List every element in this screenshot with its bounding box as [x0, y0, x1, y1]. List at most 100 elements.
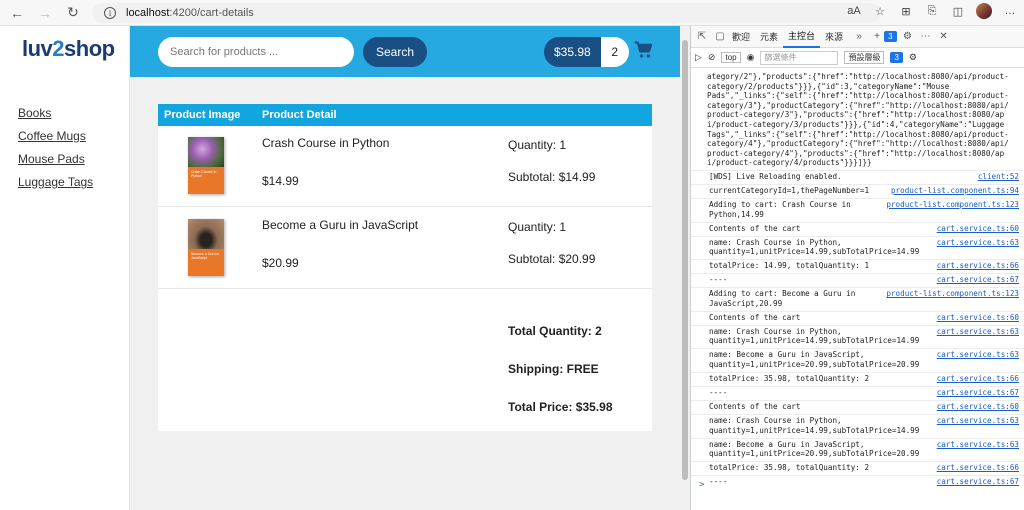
console-log-source-link[interactable]: cart.service.ts:66 [937, 463, 1019, 473]
console-log-message: Contents of the cart [709, 312, 801, 322]
console-log-entry: ---- cart.service.ts:67 [709, 275, 1019, 285]
product-name: Crash Course in Python [262, 136, 390, 150]
page-scrollbar[interactable] [680, 26, 690, 510]
cart-details-table: Product Image Product Detail Crash Cours… [158, 104, 652, 431]
console-prompt[interactable]: > [699, 480, 704, 490]
browser-actions: aA ☆ ⊞ ⎘ ◫ … [846, 3, 1018, 19]
console-log-entry: name: Crash Course in Python, quantity=1… [709, 327, 1019, 346]
scrollbar-thumb[interactable] [682, 40, 688, 480]
close-devtools-icon[interactable]: ✕ [937, 30, 951, 44]
live-expression-eye-icon[interactable]: ◉ [747, 52, 755, 63]
console-log-entry: Contents of the cart cart.service.ts:60 [709, 224, 1019, 234]
cart-item-row: Become a Guru in JavaScript Become a Gur… [158, 208, 652, 289]
console-log-message: Contents of the cart [709, 223, 801, 233]
back-arrow-icon[interactable]: ← [6, 2, 28, 24]
console-log-source-link[interactable]: product-list.component.ts:94 [891, 186, 1019, 196]
context-selector[interactable]: top [721, 52, 741, 63]
console-log-source-link[interactable]: cart.service.ts:63 [937, 416, 1019, 426]
console-filter-input[interactable]: 篩選條件 [760, 50, 839, 65]
sidebar-toggle-icon[interactable]: ▷ [695, 52, 702, 63]
product-image: Become a Guru in JavaScript [188, 219, 224, 276]
settings-gear-icon[interactable]: ⚙ [901, 30, 915, 44]
console-log-separator [691, 372, 1024, 373]
cover-photo [188, 219, 224, 249]
console-log-message: Contents of the cart [709, 402, 801, 411]
console-log-source-link[interactable]: cart.service.ts:60 [937, 313, 1019, 323]
add-tab-icon[interactable]: + [870, 30, 884, 44]
sidebar-item-books[interactable]: Books [18, 106, 93, 120]
shopping-cart-icon[interactable] [634, 41, 652, 59]
address-url[interactable]: localhost:4200/cart-details [126, 7, 254, 19]
console-dump-line: product-category/3"},"products":{"href":… [707, 110, 1005, 120]
address-bar[interactable]: i localhost:4200/cart-details [92, 3, 880, 23]
logo-text-shop: shop [64, 36, 115, 61]
console-log-source-link[interactable]: product-list.component.ts:123 [886, 289, 1019, 299]
logo-text-luv: luv [22, 36, 53, 61]
device-toolbar-icon[interactable]: ▢ [713, 30, 727, 44]
console-log-source-link[interactable]: cart.service.ts:63 [937, 238, 1019, 248]
console-log-entry: totalPrice: 35.98, totalQuantity: 2 cart.… [709, 374, 1019, 384]
console-log-source-link[interactable]: client:52 [978, 172, 1019, 182]
console-log-separator [691, 221, 1024, 223]
search-button[interactable]: Search [363, 37, 427, 67]
split-screen-icon[interactable]: ◫ [950, 5, 966, 18]
console-log-source-link[interactable]: cart.service.ts:66 [937, 374, 1019, 384]
site-info-icon[interactable]: i [104, 7, 116, 19]
url-host: localhost [126, 7, 170, 19]
clear-console-icon[interactable]: ⊘ [708, 52, 716, 63]
search-input[interactable] [158, 37, 354, 67]
sidebar-item-mouse-pads[interactable]: Mouse Pads [18, 152, 93, 166]
inspect-element-icon[interactable]: ⇱ [695, 30, 709, 44]
log-levels-dropdown[interactable]: 預設層級 [844, 51, 885, 64]
console-log-separator [691, 475, 1024, 477]
console-log-separator [691, 198, 1024, 199]
header-bar: Search $35.98 2 [130, 26, 680, 77]
console-issues-badge[interactable]: 3 [890, 52, 903, 63]
profile-avatar[interactable] [976, 3, 992, 19]
read-aloud-icon[interactable]: aA [846, 5, 862, 17]
console-settings-gear-icon[interactable]: ⚙ [909, 52, 917, 63]
cover-title: Become a Guru in JavaScript [191, 252, 220, 260]
console-log-separator [691, 400, 1024, 401]
console-log-source-link[interactable]: cart.service.ts:67 [937, 388, 1019, 398]
console-log-message: ---- [709, 477, 728, 487]
issues-badge[interactable]: 3 [884, 31, 897, 42]
console-log-source-link[interactable]: cart.service.ts:67 [937, 477, 1019, 487]
reload-icon[interactable]: ↻ [62, 2, 84, 24]
console-log-separator [691, 324, 1024, 326]
console-log-message: totalPrice: 35.98, totalQuantity: 2 [709, 374, 870, 383]
luv2shop-logo[interactable]: luv2shop [22, 36, 115, 66]
product-quantity: Quantity: 1 [508, 138, 567, 152]
cart-status[interactable]: $35.98 2 [544, 37, 629, 67]
console-object-dump[interactable]: ategory/2"},"products":{"href":"http://l… [707, 72, 1019, 168]
more-options-icon[interactable]: ⋯ [919, 30, 933, 44]
console-log-source-link[interactable]: cart.service.ts:66 [937, 261, 1019, 271]
console-log-source-link[interactable]: cart.service.ts:60 [937, 224, 1019, 234]
category-menu: Books Coffee Mugs Mouse Pads Luggage Tag… [18, 106, 93, 198]
console-log-separator [691, 259, 1024, 261]
console-log-source-link[interactable]: cart.service.ts:67 [937, 275, 1019, 285]
tab-welcome[interactable]: 歡迎 [727, 26, 755, 48]
sidebar-item-luggage-tags[interactable]: Luggage Tags [18, 175, 93, 189]
console-log-message: name: Become a Guru in JavaScript, quant… [709, 350, 920, 369]
sidebar-item-coffee-mugs[interactable]: Coffee Mugs [18, 129, 93, 143]
console-log-message: ---- [709, 275, 728, 285]
favorites-list-icon[interactable]: ⊞ [898, 5, 914, 18]
console-log-source-link[interactable]: product-list.component.ts:123 [886, 200, 1019, 210]
cart-total-price: $35.98 [544, 37, 601, 67]
console-log-source-link[interactable]: cart.service.ts:63 [937, 440, 1019, 450]
tab-elements[interactable]: 元素 [755, 26, 783, 48]
console-log-source-link[interactable]: cart.service.ts:60 [937, 402, 1019, 412]
console-log-message: Adding to cart: Become a Guru in JavaScr… [709, 289, 856, 308]
console-log-source-link[interactable]: cart.service.ts:63 [937, 350, 1019, 360]
console-log-entry: ---- cart.service.ts:67 [709, 477, 1019, 487]
more-tabs-icon[interactable]: » [852, 30, 866, 44]
favorite-star-icon[interactable]: ☆ [872, 5, 888, 18]
forward-arrow-icon[interactable]: → [34, 2, 56, 24]
more-menu-icon[interactable]: … [1002, 5, 1018, 17]
tab-sources[interactable]: 來源 [820, 26, 848, 48]
collections-icon[interactable]: ⎘ [924, 5, 940, 18]
console-log-entry: currentCategoryId=1,thePageNumber=1 produ… [709, 186, 1019, 196]
console-log-source-link[interactable]: cart.service.ts:63 [937, 327, 1019, 337]
tab-console[interactable]: 主控台 [783, 26, 821, 48]
